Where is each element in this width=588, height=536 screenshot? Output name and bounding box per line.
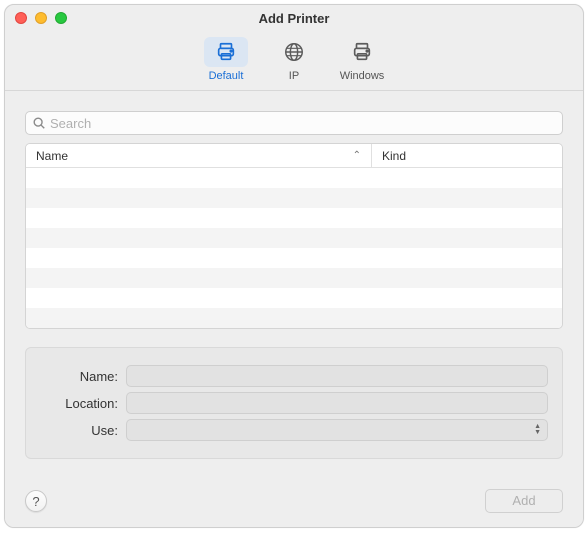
tab-default-label: Default (209, 70, 244, 82)
help-button[interactable]: ? (25, 490, 47, 512)
name-label: Name: (26, 369, 126, 384)
titlebar: Add Printer (5, 5, 583, 31)
footer: ? Add (5, 481, 583, 527)
location-field[interactable] (126, 392, 548, 414)
name-field[interactable] (126, 365, 548, 387)
table-row (26, 208, 562, 228)
search-field[interactable] (25, 111, 563, 135)
search-input[interactable] (50, 116, 556, 131)
tab-windows[interactable]: Windows (333, 37, 391, 82)
zoom-window-button[interactable] (55, 12, 67, 24)
table-header: Name ⌃ Kind (26, 144, 562, 168)
use-select[interactable]: ▲▼ (126, 419, 548, 441)
printer-table: Name ⌃ Kind (25, 143, 563, 329)
table-row (26, 288, 562, 308)
printer-details-form: Name: Location: Use: ▲▼ (25, 347, 563, 459)
table-row (26, 248, 562, 268)
tab-ip[interactable]: IP (265, 37, 323, 82)
table-row (26, 188, 562, 208)
window-title: Add Printer (5, 11, 583, 26)
table-body (26, 168, 562, 328)
tab-windows-label: Windows (340, 70, 385, 82)
tab-ip-label: IP (289, 70, 299, 82)
tab-default[interactable]: Default (197, 37, 255, 82)
sort-ascending-icon: ⌃ (353, 150, 361, 161)
column-header-name-label: Name (36, 149, 68, 163)
use-label: Use: (26, 423, 126, 438)
location-label: Location: (26, 396, 126, 411)
toolbar: Default IP Windo (5, 31, 583, 91)
chevron-up-down-icon: ▲▼ (534, 424, 541, 436)
minimize-window-button[interactable] (35, 12, 47, 24)
content-area: Name ⌃ Kind Name: (5, 91, 583, 481)
close-window-button[interactable] (15, 12, 27, 24)
table-row (26, 228, 562, 248)
column-header-kind[interactable]: Kind (372, 144, 562, 167)
table-row (26, 168, 562, 188)
column-header-name[interactable]: Name ⌃ (26, 144, 372, 167)
add-button[interactable]: Add (485, 489, 563, 513)
traffic-lights (15, 12, 67, 24)
window-frame: Add Printer Default (4, 4, 584, 528)
column-header-kind-label: Kind (382, 149, 406, 163)
add-button-label: Add (512, 493, 535, 508)
table-row (26, 268, 562, 288)
globe-icon (283, 41, 305, 63)
search-icon (32, 116, 46, 130)
help-icon: ? (32, 494, 39, 509)
printer-icon (215, 41, 237, 63)
table-row (26, 308, 562, 328)
printer-icon (351, 41, 373, 63)
